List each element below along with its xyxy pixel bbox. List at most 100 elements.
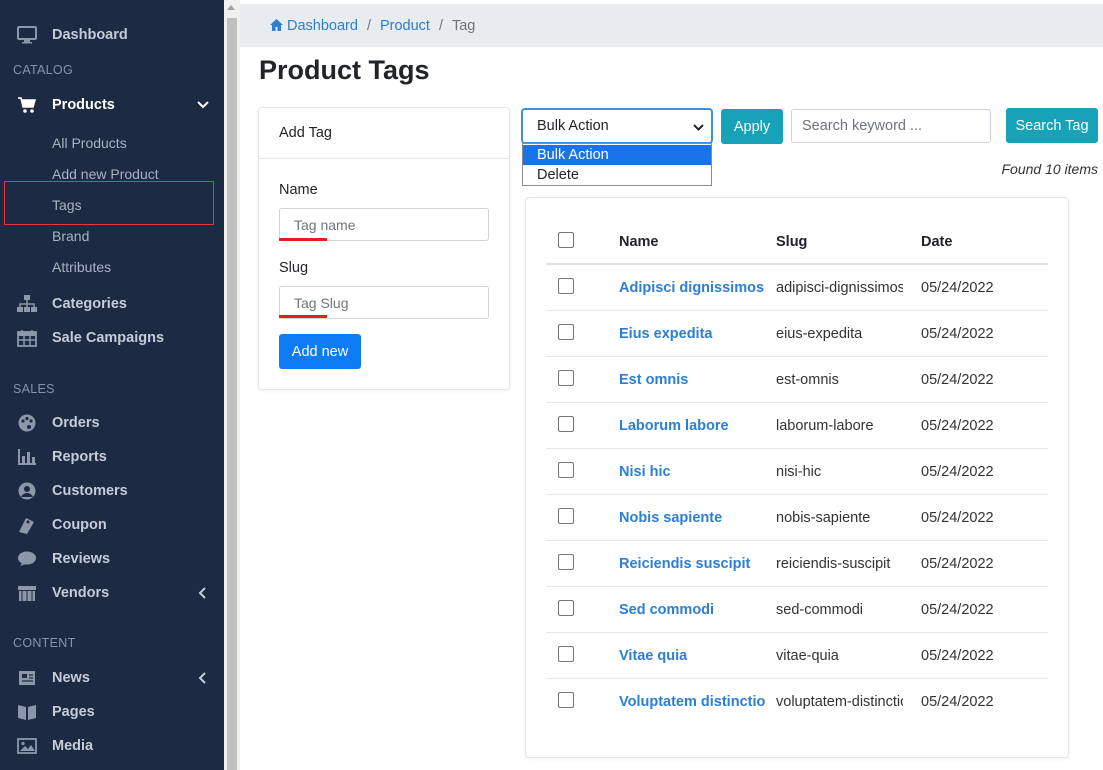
scroll-up-arrow-icon[interactable] (227, 5, 235, 10)
breadcrumb-separator: / (438, 17, 443, 34)
sidebar-item-customers[interactable]: Customers (0, 474, 224, 508)
tag-date: 05/24/2022 (921, 602, 994, 618)
sidebar-item-label: Dashboard (52, 27, 128, 43)
breadcrumb-product[interactable]: Product (380, 18, 430, 34)
tag-name-link[interactable]: Laborum labore (619, 418, 729, 434)
sidebar-item-label: Products (52, 97, 115, 113)
tag-name-link[interactable]: Adipisci dignissimos (619, 280, 764, 296)
highlight-box (4, 181, 214, 225)
row-checkbox[interactable] (558, 462, 574, 478)
table-row: Eius expedita eius-expedita 05/24/2022 (546, 311, 1048, 357)
option-delete[interactable]: Delete (523, 165, 711, 185)
tag-slug: eius-expedita (776, 326, 863, 342)
search-tag-button[interactable]: Search Tag (1006, 108, 1098, 143)
sidebar-item-label: Reports (52, 449, 107, 465)
book-icon (17, 702, 37, 722)
bulk-action-select[interactable]: Bulk Action (521, 108, 713, 144)
newspaper-icon (17, 668, 37, 688)
store-icon (17, 583, 37, 603)
slug-label: Slug (279, 260, 309, 276)
row-checkbox[interactable] (558, 646, 574, 662)
sidebar-item-categories[interactable]: Categories (0, 287, 224, 321)
bar-chart-icon (17, 447, 37, 467)
user-circle-icon (17, 481, 37, 501)
tag-slug: adipisci-dignissimos (776, 280, 903, 296)
tag-name-link[interactable]: Sed commodi (619, 602, 714, 618)
select-all-checkbox[interactable] (558, 232, 574, 248)
tag-name-link[interactable]: Reiciendis suscipit (619, 556, 750, 572)
name-label: Name (279, 182, 318, 198)
row-checkbox[interactable] (558, 554, 574, 570)
chevron-left-icon (196, 586, 210, 600)
column-header-date: Date (921, 234, 953, 250)
add-tag-title: Add Tag (259, 108, 509, 159)
row-checkbox[interactable] (558, 692, 574, 708)
sidebar-item-news[interactable]: News (0, 661, 224, 695)
tag-date: 05/24/2022 (921, 372, 994, 388)
found-count: Found 10 items (1001, 161, 1099, 177)
add-new-button[interactable]: Add new (279, 334, 361, 369)
breadcrumb-current: Tag (451, 17, 476, 34)
apply-button[interactable]: Apply (721, 109, 783, 144)
sidebar-subitem-attributes[interactable]: Attributes (52, 259, 111, 275)
sidebar-item-label: Sale Campaigns (52, 330, 165, 346)
sidebar-item-coupon[interactable]: Coupon (0, 508, 224, 542)
tag-name-link[interactable]: Nobis sapiente (619, 510, 722, 526)
table-row: Laborum labore laborum-labore 05/24/2022 (546, 403, 1048, 449)
table-row: Voluptatem distinctio voluptatem-distinc… (546, 679, 1048, 725)
sidebar-subitem-add-new-product[interactable]: Add new Product (52, 166, 159, 182)
palette-icon (17, 413, 37, 433)
table-row: Adipisci dignissimos adipisci-dignissimo… (546, 265, 1048, 311)
breadcrumb: Dashboard / Product / Tag (240, 4, 1103, 47)
tag-slug: sed-commodi (776, 602, 864, 618)
scrollbar-thumb[interactable] (227, 18, 237, 770)
tag-date: 05/24/2022 (921, 418, 994, 434)
sidebar-item-sale-campaigns[interactable]: Sale Campaigns (0, 321, 224, 355)
tag-date: 05/24/2022 (921, 280, 994, 296)
sidebar-item-pages[interactable]: Pages (0, 695, 224, 729)
sidebar-item-reports[interactable]: Reports (0, 440, 224, 474)
tag-name-link[interactable]: Vitae quia (619, 648, 687, 664)
sidebar-item-vendors[interactable]: Vendors (0, 576, 224, 610)
tag-name-input[interactable] (279, 208, 489, 241)
tag-name-link[interactable]: Nisi hic (619, 464, 671, 480)
section-heading-sales: SALES (13, 382, 55, 396)
tag-slug: voluptatem-distinctio (776, 694, 903, 710)
row-checkbox[interactable] (558, 600, 574, 616)
tag-slug: nisi-hic (776, 464, 822, 480)
sidebar-item-orders[interactable]: Orders (0, 406, 224, 440)
breadcrumb-home[interactable]: Dashboard (270, 18, 358, 34)
image-icon (17, 736, 37, 756)
sidebar-item-reviews[interactable]: Reviews (0, 542, 224, 576)
sidebar-subitem-all-products[interactable]: All Products (52, 135, 127, 151)
search-input[interactable] (791, 109, 991, 143)
sidebar: Dashboard CATALOG Products All Products … (0, 0, 224, 770)
table-row: Nobis sapiente nobis-sapiente 05/24/2022 (546, 495, 1048, 541)
row-checkbox[interactable] (558, 370, 574, 386)
tag-name-link[interactable]: Voluptatem distinctio (619, 694, 765, 710)
calendar-icon (17, 328, 37, 348)
tag-name-link[interactable]: Eius expedita (619, 326, 712, 342)
row-checkbox[interactable] (558, 416, 574, 432)
sidebar-item-dashboard[interactable]: Dashboard (0, 18, 224, 52)
sidebar-item-products[interactable]: Products (0, 88, 224, 122)
chevron-left-icon (196, 671, 210, 685)
row-checkbox[interactable] (558, 324, 574, 340)
sidebar-item-media[interactable]: Media (0, 729, 224, 763)
sidebar-item-label: News (52, 670, 90, 686)
tag-date: 05/24/2022 (921, 510, 994, 526)
tags-table-card: Name Slug Date Adipisci dignissimos adip… (525, 197, 1069, 758)
section-heading-content: CONTENT (13, 636, 76, 650)
tag-date: 05/24/2022 (921, 326, 994, 342)
tag-icon (17, 515, 37, 535)
add-tag-card: Add Tag Name Slug Add new (258, 107, 510, 390)
tag-date: 05/24/2022 (921, 464, 994, 480)
sidebar-item-label: Media (52, 738, 94, 754)
sidebar-item-label: Reviews (52, 551, 111, 567)
row-checkbox[interactable] (558, 508, 574, 524)
tag-name-link[interactable]: Est omnis (619, 372, 688, 388)
sidebar-subitem-brand[interactable]: Brand (52, 228, 89, 244)
option-bulk-action[interactable]: Bulk Action (523, 145, 711, 165)
chevron-down-icon (693, 121, 704, 137)
row-checkbox[interactable] (558, 278, 574, 294)
